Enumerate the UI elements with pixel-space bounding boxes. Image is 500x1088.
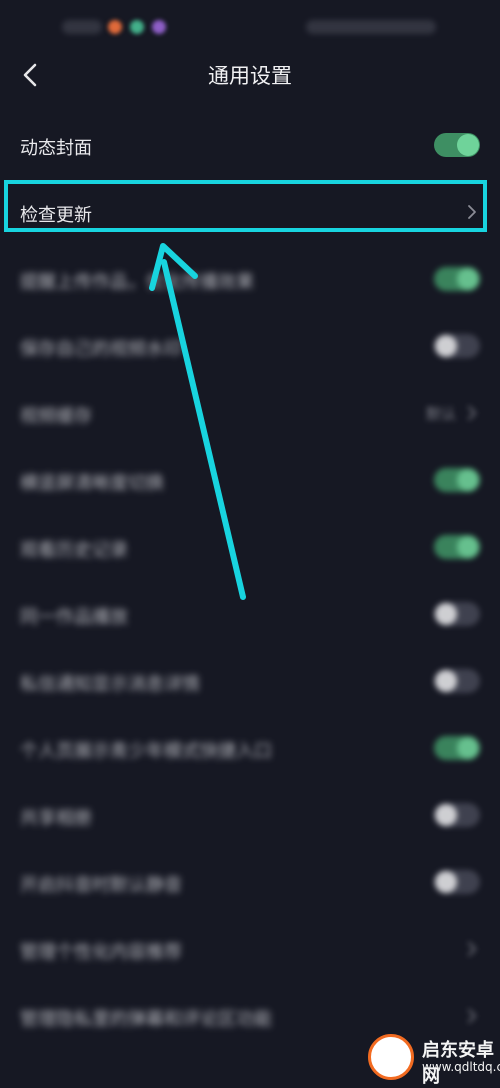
setting-label: 动态封面 <box>20 138 92 159</box>
toggle-knob <box>457 536 479 558</box>
setting-label: 横竖屏清晰度切换 <box>20 473 164 494</box>
toggle-knob <box>457 737 479 759</box>
chevron-right-icon <box>468 1009 476 1023</box>
toggle-knob <box>435 804 457 826</box>
save-watermark-toggle[interactable] <box>434 334 480 358</box>
chevron-right-icon <box>468 406 476 420</box>
status-icons-blur <box>306 20 436 34</box>
setting-row-teen-mode-entry[interactable]: 个人页展示青少年模式快捷入口 <box>0 716 500 782</box>
watermark-logo-icon <box>368 1034 414 1080</box>
watermark-url: www.qdltdq.com <box>422 1060 500 1074</box>
setting-row-upload-reminder[interactable]: 提醒上传作品，优化传播效果 <box>0 247 500 313</box>
default-mute-toggle[interactable] <box>434 870 480 894</box>
setting-value: 默认 <box>425 405 456 423</box>
chevron-right-icon <box>468 942 476 956</box>
status-time-blur <box>62 20 102 34</box>
status-bar <box>0 0 500 56</box>
setting-row-video-cache[interactable]: 视频缓存 默认 <box>0 381 500 447</box>
watch-history-toggle[interactable] <box>434 535 480 559</box>
setting-label: 个人页展示青少年模式快捷入口 <box>20 741 272 762</box>
toggle-knob <box>435 871 457 893</box>
notification-icon <box>152 20 166 34</box>
dynamic-cover-toggle[interactable] <box>434 133 480 157</box>
setting-label: 同一作品播放 <box>20 607 128 628</box>
notification-icon <box>130 20 144 34</box>
setting-label: 视频缓存 <box>20 406 92 427</box>
notification-icon <box>108 20 122 34</box>
setting-label: 管理个性化内容推荐 <box>20 942 182 963</box>
setting-label: 保存自己的视频水印 <box>20 339 182 360</box>
setting-label: 提醒上传作品，优化传播效果 <box>20 272 254 293</box>
toggle-knob <box>435 670 457 692</box>
toggle-knob <box>457 134 479 156</box>
setting-row-watch-history[interactable]: 观看历史记录 <box>0 515 500 581</box>
nav-header: 通用设置 <box>0 52 500 98</box>
toggle-knob <box>435 603 457 625</box>
setting-label: 开启抖音时默认静音 <box>20 875 182 896</box>
setting-row-shared-album[interactable]: 共享相册 <box>0 783 500 849</box>
clarity-switch-toggle[interactable] <box>434 468 480 492</box>
teen-mode-entry-toggle[interactable] <box>434 736 480 760</box>
page-title: 通用设置 <box>208 64 292 88</box>
setting-row-dm-details[interactable]: 私信通知显示消息详情 <box>0 649 500 715</box>
setting-row-clarity-switch[interactable]: 横竖屏清晰度切换 <box>0 448 500 514</box>
dm-details-toggle[interactable] <box>434 669 480 693</box>
shared-album-toggle[interactable] <box>434 803 480 827</box>
setting-label: 私信通知显示消息详情 <box>20 674 200 695</box>
setting-row-dynamic-cover[interactable]: 动态封面 <box>0 113 500 179</box>
setting-label: 观看历史记录 <box>20 540 128 561</box>
setting-label: 共享相册 <box>20 808 92 829</box>
setting-row-same-work-play[interactable]: 同一作品播放 <box>0 582 500 648</box>
toggle-knob <box>435 335 457 357</box>
site-watermark: 启东安卓网 www.qdltdq.com <box>360 1032 500 1087</box>
setting-label: 管理隐私里的弹幕和评论区功能 <box>20 1009 272 1030</box>
setting-row-default-mute[interactable]: 开启抖音时默认静音 <box>0 850 500 916</box>
same-work-play-toggle[interactable] <box>434 602 480 626</box>
toggle-knob <box>457 268 479 290</box>
upload-reminder-toggle[interactable] <box>434 267 480 291</box>
setting-row-personalized-recs[interactable]: 管理个性化内容推荐 <box>0 917 500 983</box>
toggle-knob <box>457 469 479 491</box>
setting-row-save-watermark[interactable]: 保存自己的视频水印 <box>0 314 500 380</box>
highlight-box <box>4 180 487 232</box>
